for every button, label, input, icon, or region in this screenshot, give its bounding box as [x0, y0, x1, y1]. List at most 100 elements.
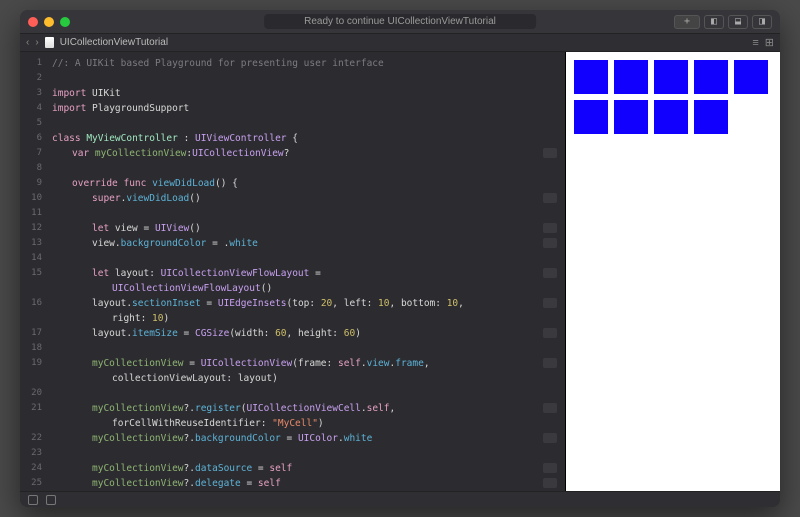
result-marker[interactable]	[543, 148, 557, 158]
collection-cell[interactable]	[654, 100, 688, 134]
titlebar: Ready to continue UICollectionViewTutori…	[20, 10, 780, 34]
line-number: 3	[20, 86, 42, 101]
code-area[interactable]: //: A UIKit based Playground for present…	[48, 52, 565, 491]
code-line[interactable]: super.viewDidLoad()	[52, 191, 561, 206]
file-icon	[45, 37, 54, 48]
code-line[interactable]	[52, 341, 561, 356]
jump-bar-filename[interactable]: UICollectionViewTutorial	[60, 37, 168, 48]
result-marker[interactable]	[543, 328, 557, 338]
add-button[interactable]: +	[674, 15, 700, 29]
zoom-icon[interactable]	[60, 17, 70, 27]
line-number: 22	[20, 431, 42, 446]
line-number	[20, 416, 42, 431]
line-number: 12	[20, 221, 42, 236]
code-line[interactable]: let layout: UICollectionViewFlowLayout =	[52, 266, 561, 281]
result-marker[interactable]	[543, 193, 557, 203]
line-number: 6	[20, 131, 42, 146]
code-line[interactable]: myCollectionView?.dataSource = self	[52, 461, 561, 476]
collection-cell[interactable]	[614, 60, 648, 94]
code-line[interactable]	[52, 206, 561, 221]
minimize-icon[interactable]	[44, 17, 54, 27]
jump-bar: ‹ › UICollectionViewTutorial ≡ ⊞	[20, 34, 780, 52]
collection-cell[interactable]	[654, 60, 688, 94]
collection-cell[interactable]	[574, 100, 608, 134]
code-line[interactable]	[52, 251, 561, 266]
code-line[interactable]: layout.sectionInset = UIEdgeInsets(top: …	[52, 296, 561, 311]
code-line[interactable]	[52, 71, 561, 86]
code-line[interactable]: class MyViewController : UIViewControlle…	[52, 131, 561, 146]
code-line[interactable]: import UIKit	[52, 86, 561, 101]
collection-cell[interactable]	[614, 100, 648, 134]
result-marker[interactable]	[543, 433, 557, 443]
line-number: 4	[20, 101, 42, 116]
status-bar	[20, 491, 780, 507]
line-number: 20	[20, 386, 42, 401]
forward-icon[interactable]: ›	[35, 37, 38, 48]
add-editor-icon[interactable]: ⊞	[765, 36, 774, 49]
code-line[interactable]: forCellWithReuseIdentifier: "MyCell")	[52, 416, 561, 431]
line-number: 9	[20, 176, 42, 191]
result-marker[interactable]	[543, 268, 557, 278]
results-panel-icon[interactable]	[46, 495, 56, 505]
code-line[interactable]: myCollectionView?.register(UICollectionV…	[52, 401, 561, 416]
panel-bottom-button[interactable]: ⬓	[728, 15, 748, 29]
code-line[interactable]: myCollectionView?.delegate = self	[52, 476, 561, 491]
debug-panel-icon[interactable]	[28, 495, 38, 505]
panel-left-button[interactable]: ◧	[704, 15, 724, 29]
panel-right-button[interactable]: ◨	[752, 15, 772, 29]
line-number: 18	[20, 341, 42, 356]
collection-cell[interactable]	[734, 60, 768, 94]
collection-cell[interactable]	[694, 100, 728, 134]
code-editor[interactable]: 1234567891011121314151617181920212223242…	[20, 52, 565, 491]
result-marker[interactable]	[543, 478, 557, 488]
line-number: 21	[20, 401, 42, 416]
code-line[interactable]: view.backgroundColor = .white	[52, 236, 561, 251]
code-line[interactable]: //: A UIKit based Playground for present…	[52, 56, 561, 71]
code-line[interactable]: override func viewDidLoad() {	[52, 176, 561, 191]
collection-view-grid	[574, 60, 772, 134]
line-number: 7	[20, 146, 42, 161]
code-line[interactable]: layout.itemSize = CGSize(width: 60, heig…	[52, 326, 561, 341]
line-gutter: 1234567891011121314151617181920212223242…	[20, 52, 48, 491]
close-icon[interactable]	[28, 17, 38, 27]
code-line[interactable]: myCollectionView = UICollectionView(fram…	[52, 356, 561, 371]
toolbar-right: + ◧ ⬓ ◨	[674, 15, 772, 29]
result-marker[interactable]	[543, 223, 557, 233]
code-line[interactable]: let view = UIView()	[52, 221, 561, 236]
line-number: 8	[20, 161, 42, 176]
code-line[interactable]	[52, 161, 561, 176]
result-marker[interactable]	[543, 298, 557, 308]
result-marker[interactable]	[543, 238, 557, 248]
live-preview	[565, 52, 780, 491]
code-line[interactable]: collectionViewLayout: layout)	[52, 371, 561, 386]
result-marker[interactable]	[543, 358, 557, 368]
code-line[interactable]	[52, 386, 561, 401]
line-number: 2	[20, 71, 42, 86]
line-number	[20, 371, 42, 386]
back-icon[interactable]: ‹	[26, 37, 29, 48]
window-controls	[28, 17, 70, 27]
code-line[interactable]: UICollectionViewFlowLayout()	[52, 281, 561, 296]
result-marker[interactable]	[543, 463, 557, 473]
line-number: 10	[20, 191, 42, 206]
code-line[interactable]: var myCollectionView:UICollectionView?	[52, 146, 561, 161]
status-pill: Ready to continue UICollectionViewTutori…	[264, 14, 536, 29]
code-line[interactable]: right: 10)	[52, 311, 561, 326]
code-line[interactable]: myCollectionView?.backgroundColor = UICo…	[52, 431, 561, 446]
code-line[interactable]: import PlaygroundSupport	[52, 101, 561, 116]
code-line[interactable]	[52, 116, 561, 131]
line-number: 24	[20, 461, 42, 476]
line-number: 25	[20, 476, 42, 491]
result-marker[interactable]	[543, 403, 557, 413]
xcode-window: Ready to continue UICollectionViewTutori…	[20, 10, 780, 507]
line-number: 19	[20, 356, 42, 371]
code-line[interactable]	[52, 446, 561, 461]
line-number: 5	[20, 116, 42, 131]
collection-cell[interactable]	[574, 60, 608, 94]
line-number: 16	[20, 296, 42, 311]
collection-cell[interactable]	[694, 60, 728, 94]
line-number: 23	[20, 446, 42, 461]
line-number	[20, 281, 42, 296]
line-number: 13	[20, 236, 42, 251]
lines-icon[interactable]: ≡	[752, 37, 758, 49]
